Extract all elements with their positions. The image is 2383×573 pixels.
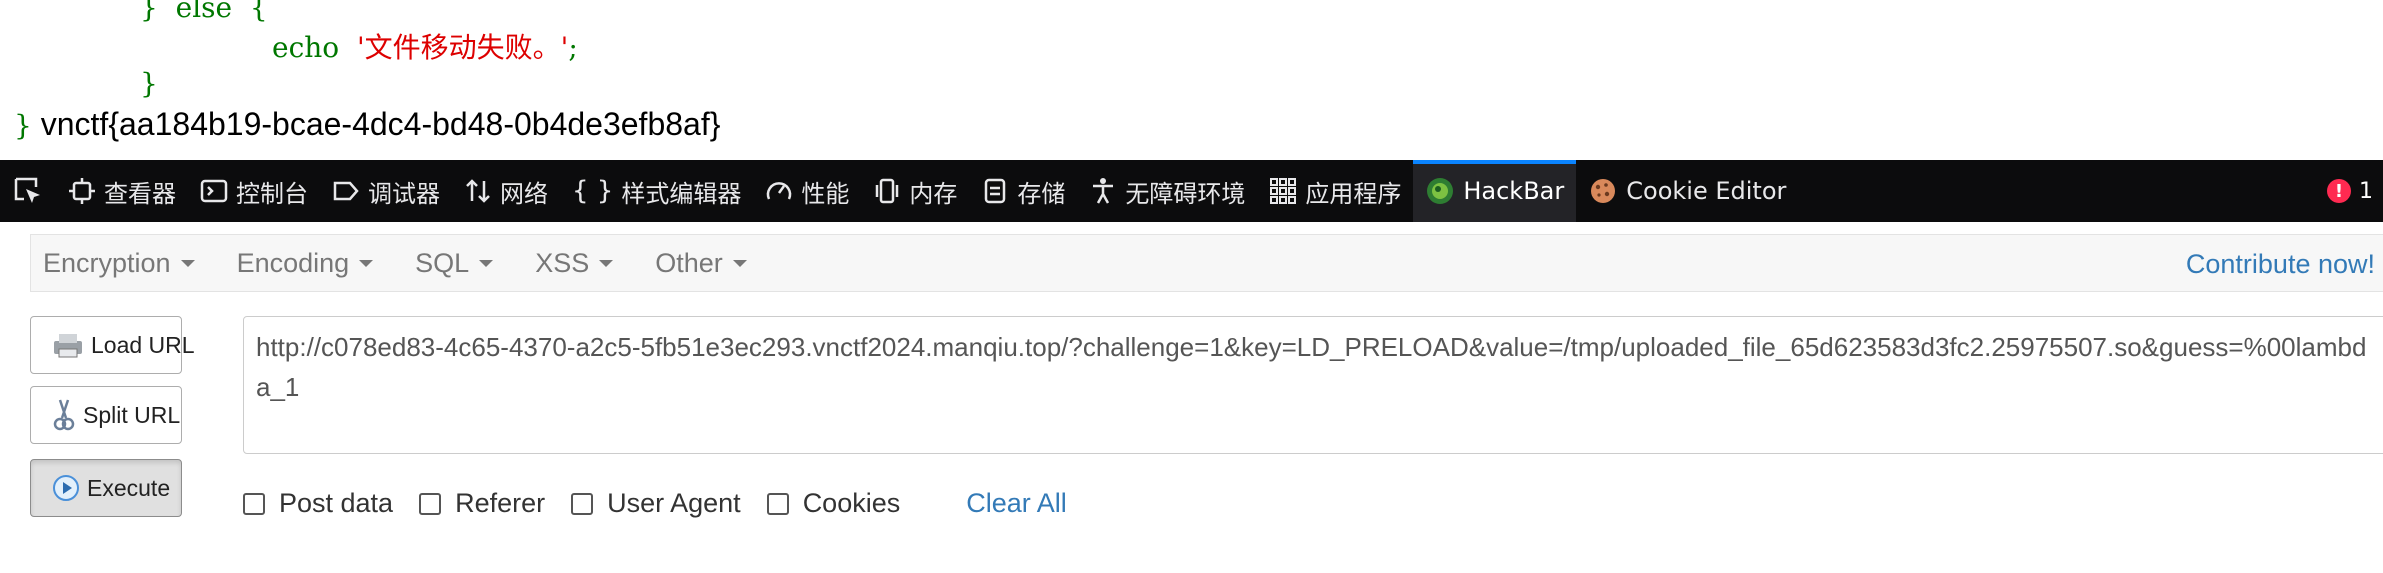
tab-style-editor[interactable]: { } 样式编辑器: [560, 160, 753, 222]
close-brace: }: [140, 67, 158, 100]
user-agent-option[interactable]: User Agent: [571, 488, 741, 519]
option-label: Cookies: [802, 488, 901, 518]
error-icon: !: [2327, 179, 2351, 203]
tab-debugger[interactable]: 调试器: [320, 160, 452, 222]
tab-console[interactable]: 控制台: [188, 160, 320, 222]
error-counter[interactable]: ! 1: [2327, 179, 2383, 204]
else-keyword: else: [175, 0, 233, 24]
tab-accessibility[interactable]: 无障碍环境: [1077, 160, 1257, 222]
semicolon: ;: [568, 31, 578, 64]
menu-label: Encryption: [43, 247, 171, 278]
tab-application[interactable]: 应用程序: [1257, 160, 1413, 222]
code-line-close-inner: }: [140, 66, 158, 102]
button-label: Load URL: [91, 331, 195, 358]
tab-label: 存储: [1017, 179, 1066, 208]
error-count: 1: [2359, 178, 2373, 204]
tab-label: Cookie Editor: [1626, 177, 1787, 205]
menu-label: Encoding: [236, 247, 350, 278]
load-url-icon: [54, 334, 82, 358]
hackbar-icon: [1427, 178, 1454, 204]
flag-output: vnctf{aa184b19-bcae-4dc4-bd48-0b4de3efb8…: [40, 106, 721, 142]
hackbar-panel: Encryption Encoding SQL XSS Other Contri…: [0, 222, 2383, 573]
referer-checkbox[interactable]: [419, 492, 442, 515]
cookie-icon: [1591, 179, 1616, 203]
memory-icon: [876, 178, 899, 204]
tab-label: 无障碍环境: [1125, 179, 1246, 208]
echo-string: '文件移动失败。': [356, 31, 569, 64]
post-data-option[interactable]: Post data: [243, 488, 393, 519]
menu-other[interactable]: Other: [655, 248, 747, 279]
code-line-flag: } vnctf{aa184b19-bcae-4dc4-bd48-0b4de3ef…: [14, 106, 720, 144]
tab-label: 网络: [500, 179, 548, 208]
tab-network[interactable]: 网络: [452, 160, 560, 222]
hackbar-menubar: Encryption Encoding SQL XSS Other Contri…: [30, 234, 2383, 292]
menu-sql[interactable]: SQL: [415, 247, 494, 279]
style-editor-icon: { }: [572, 176, 614, 206]
devtools-toolbar: 查看器 控制台 调试器 网络 { } 样式编辑器 性能 内存 存储 无障碍环境 …: [0, 160, 2383, 222]
tab-inspector[interactable]: 查看器: [56, 160, 188, 222]
element-picker-button[interactable]: [0, 160, 56, 222]
debugger-icon: [333, 181, 359, 201]
menu-label: Other: [655, 247, 723, 278]
option-label: Post data: [279, 488, 394, 518]
tab-label: 应用程序: [1305, 179, 1402, 208]
tab-performance[interactable]: 性能: [753, 160, 861, 222]
menu-encryption[interactable]: Encryption: [43, 248, 195, 279]
option-label: User Agent: [607, 488, 741, 518]
user-agent-checkbox[interactable]: [571, 492, 594, 515]
open-brace: {: [249, 0, 268, 24]
tab-label: 调试器: [368, 179, 440, 208]
scissors-icon: [53, 399, 75, 431]
application-icon: [1270, 178, 1297, 204]
split-url-button[interactable]: Split URL: [30, 386, 182, 444]
code-line-else: } else {: [140, 0, 268, 26]
accessibility-icon: [1093, 178, 1114, 204]
inspector-icon: [69, 178, 95, 204]
network-icon: [466, 179, 490, 203]
caret-down-icon: [359, 259, 374, 267]
tab-label: 内存: [909, 179, 958, 208]
tab-storage[interactable]: 存储: [969, 160, 1077, 222]
console-icon: [200, 179, 228, 203]
caret-down-icon: [479, 259, 494, 267]
menu-label: SQL: [415, 247, 470, 278]
menu-encoding[interactable]: Encoding: [237, 248, 374, 279]
caret-down-icon: [599, 259, 614, 267]
menu-label: XSS: [535, 247, 590, 278]
referer-option[interactable]: Referer: [419, 488, 545, 519]
close-brace: }: [140, 0, 158, 24]
button-label: Execute: [87, 474, 171, 501]
tab-label: 控制台: [236, 179, 308, 208]
tab-memory[interactable]: 内存: [861, 160, 969, 222]
clear-all-link[interactable]: Clear All: [966, 488, 1067, 519]
option-label: Referer: [455, 488, 546, 518]
cookies-option[interactable]: Cookies: [766, 488, 901, 519]
storage-icon: [985, 178, 1006, 204]
tab-label: 查看器: [104, 179, 176, 208]
caret-down-icon: [180, 259, 195, 267]
tab-label: HackBar: [1463, 177, 1565, 205]
url-textarea[interactable]: http://c078ed83-4c65-4370-a2c5-5fb51e3ec…: [243, 316, 2383, 454]
element-picker-icon: [14, 177, 40, 203]
php-source-view: } else { echo '文件移动失败。'; } } vnctf{aa184…: [0, 0, 2383, 160]
post-data-checkbox[interactable]: [243, 492, 265, 515]
tab-hackbar[interactable]: HackBar: [1413, 160, 1577, 222]
echo-keyword: echo: [272, 31, 340, 64]
performance-icon: [767, 182, 792, 200]
contribute-link[interactable]: Contribute now!: [2186, 249, 2375, 280]
code-line-echo: echo '文件移动失败。';: [272, 30, 578, 66]
menu-xss[interactable]: XSS: [535, 247, 614, 279]
tab-label: 样式编辑器: [621, 179, 742, 208]
execute-button[interactable]: Execute: [30, 459, 182, 517]
load-url-button[interactable]: Load URL: [30, 316, 195, 374]
button-label: Split URL: [83, 401, 181, 428]
tab-cookie-editor[interactable]: Cookie Editor: [1576, 160, 1798, 222]
tab-label: 性能: [801, 179, 850, 208]
close-brace: }: [14, 109, 32, 142]
play-icon: [53, 475, 79, 501]
caret-down-icon: [732, 259, 747, 267]
request-options: Post data Referer User Agent Cookies Cle…: [243, 488, 1067, 519]
cookies-checkbox[interactable]: [766, 492, 789, 515]
